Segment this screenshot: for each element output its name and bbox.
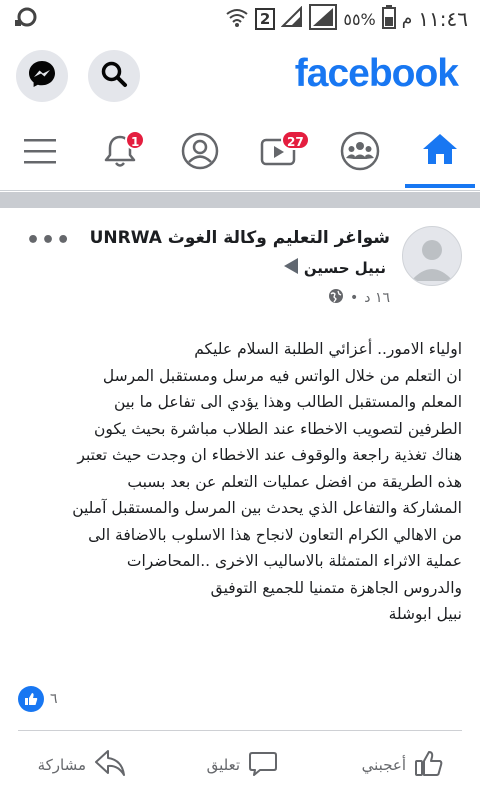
post-actions: أعجبني تعليق مشاركة [0,738,480,798]
tab-home[interactable] [405,118,475,188]
feed-post: شواغر التعليم وكالة الغوث UNRWA نبيل حسي… [0,208,480,800]
post-body-line: المعلم والمستقبل الطالب وهذا يؤدي الى تف… [113,393,462,411]
clock: ١١:٤٦ [418,7,468,31]
post-body-line: والدروس الجاهزة متمنيا للجميع التوفيق [210,578,462,597]
tab-notifications[interactable]: 1 [85,118,155,188]
like-reaction-icon [18,686,44,712]
post-body-line: عملية الاثراء المتمثلة بالاساليب الاخرى … [126,552,462,570]
post-author-row: نبيل حسين [283,258,386,278]
tab-menu[interactable] [5,118,75,188]
like-label: أعجبني [361,756,406,774]
post-meta: ١٦ د • [328,288,390,308]
comment-label: تعليق [206,756,240,774]
am-pm: م [401,9,413,29]
app-header: facebook [0,38,480,118]
post-body-line: الطرفين لتصويب الاخطاء عند الطلاب مباشرة… [94,419,462,438]
post-body-line: ان التعلم من خلال الواتس فيه مرسل ومستقب… [102,366,462,385]
profile-icon [181,132,219,174]
globe-icon [328,288,344,308]
facebook-logo[interactable]: facebook [295,52,459,96]
reactions-summary[interactable]: ٦ [18,686,58,712]
battery-percent: ٥٥% [343,9,376,29]
actions-divider [18,730,462,731]
post-body-line: المشاركة والتفاعل الذي يحدث بين المرسل و… [72,499,462,517]
like-count: ٦ [50,691,58,707]
wifi-icon [225,6,249,33]
comment-icon [248,748,278,782]
signal-icon-2 [309,3,338,35]
watch-badge: 27 [281,130,310,150]
feed-separator [0,192,480,208]
search-button[interactable] [88,50,140,102]
post-body-line: من الاهالي الكرام التعاون لانجاح هذا الا… [88,525,462,544]
post-body-line: هذه الطريقة من افضل عمليات التعلم عن بعد… [127,472,462,491]
post-body: اولياء الامور.. أعزائي الطلبة السلام علي… [16,336,462,628]
signal-icon [280,5,303,33]
home-icon [421,132,459,170]
sim-indicator: 2 [254,8,276,30]
status-right: 2 ٥٥% م ١١:٤٦ [225,3,468,35]
groups-icon [340,131,380,175]
post-time[interactable]: ١٦ د [364,290,390,306]
share-icon [94,748,126,782]
share-label: مشاركة [37,756,86,774]
tab-watch[interactable]: 27 [245,118,315,188]
post-author[interactable]: نبيل حسين [304,259,386,277]
post-body-line: نبيل ابوشلة [388,605,462,623]
thumbs-up-icon [414,748,444,782]
status-bar: 2 ٥٥% م ١١:٤٦ [0,0,480,38]
group-name[interactable]: شواغر التعليم وكالة الغوث UNRWA [90,228,390,248]
tab-groups[interactable] [325,118,395,188]
share-button[interactable]: مشاركة [38,748,126,782]
like-button[interactable]: أعجبني [362,748,444,782]
tab-profile[interactable] [165,118,235,188]
more-options-button[interactable]: ••• [26,228,71,253]
post-body-line: اولياء الامور.. أعزائي الطلبة السلام علي… [194,340,462,358]
notification-icon [12,6,38,32]
search-icon [99,59,129,93]
messenger-icon [27,59,57,93]
status-left [12,6,38,32]
battery-icon [381,4,396,34]
tab-bar: 1 27 [0,118,480,191]
menu-icon [23,137,57,169]
notifications-badge: 1 [125,130,146,150]
post-body-line: هناك تغذية راجعة والوقوف عند الاخطاء ان … [77,446,462,464]
avatar[interactable] [402,226,462,286]
meta-dot: • [350,290,359,306]
triangle-arrow-icon [283,258,298,278]
messenger-button[interactable] [16,50,68,102]
comment-button[interactable]: تعليق [207,748,278,782]
